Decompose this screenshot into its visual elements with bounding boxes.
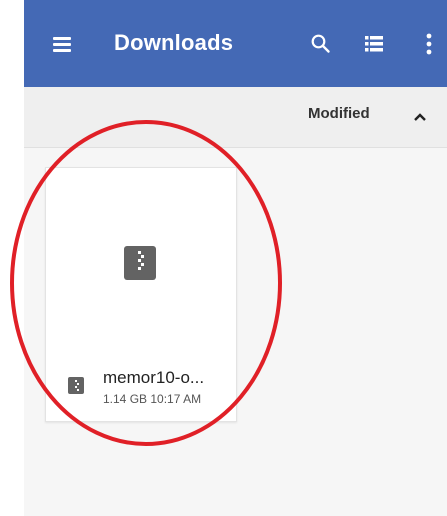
file-size: 1.14 GB	[103, 392, 148, 406]
zip-file-icon	[124, 246, 156, 280]
file-time: 10:17 AM	[150, 392, 202, 406]
file-name: memor10-o...	[103, 368, 205, 387]
zip-file-icon	[68, 377, 84, 394]
page-title: Downloads	[114, 30, 234, 55]
file-card-footer: memor10-o... 1.14 GB 10:17 AM	[46, 360, 236, 420]
sort-bar: Modified	[24, 87, 447, 148]
file-card[interactable]: memor10-o... 1.14 GB 10:17 AM	[45, 167, 237, 422]
file-meta: 1.14 GB 10:17 AM	[103, 392, 201, 406]
chevron-up-icon[interactable]	[413, 109, 427, 121]
search-icon[interactable]	[310, 33, 332, 55]
downloads-screen: Downloads Modified memor10-o... 1.14 GB …	[24, 0, 447, 516]
app-bar: Downloads	[24, 0, 447, 87]
more-vert-icon[interactable]	[425, 32, 433, 56]
sort-label[interactable]: Modified	[308, 105, 370, 122]
list-view-icon[interactable]	[365, 36, 383, 52]
menu-icon[interactable]	[53, 37, 73, 52]
